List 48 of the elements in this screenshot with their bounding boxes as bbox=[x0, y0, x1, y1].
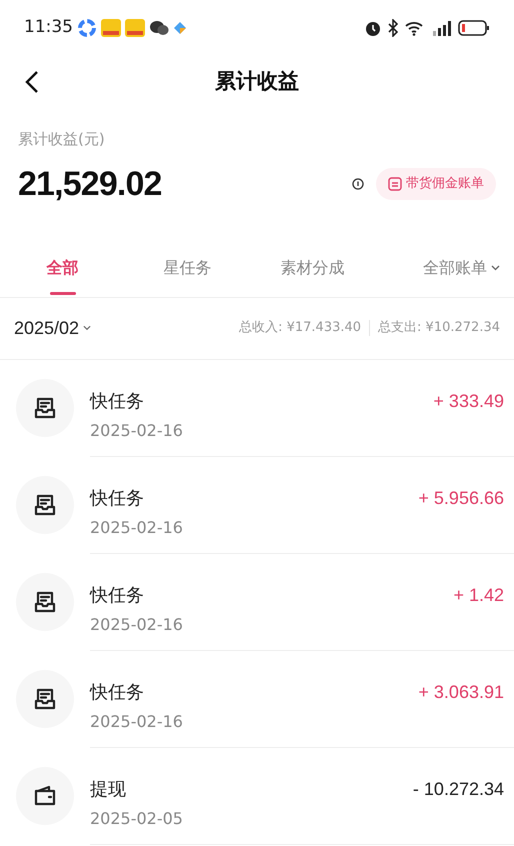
back-icon bbox=[25, 70, 39, 94]
info-icon bbox=[352, 178, 364, 190]
tab[interactable]: 素材分成 bbox=[250, 240, 375, 296]
transaction-title: 提现 bbox=[90, 778, 127, 802]
battery-icon bbox=[458, 20, 490, 36]
tab[interactable]: 全部 bbox=[0, 240, 125, 296]
bill-filter-dropdown[interactable]: 全部账单 bbox=[375, 240, 514, 296]
app-tile-icon bbox=[125, 19, 145, 37]
expense-total: 总支出: ¥10.272.34 bbox=[378, 319, 500, 338]
app-tile-icon bbox=[101, 19, 121, 37]
transaction-date: 2025-02-16 bbox=[90, 710, 183, 732]
summary-label: 累计收益(元) bbox=[18, 129, 106, 150]
transaction-date: 2025-02-16 bbox=[90, 614, 183, 636]
transaction-date: 2025-02-05 bbox=[90, 808, 183, 830]
bluetooth-icon bbox=[388, 19, 398, 37]
tray-document-icon bbox=[33, 687, 57, 711]
total-amount: 21,529.02 bbox=[18, 164, 162, 204]
status-time: 11:35 bbox=[24, 16, 73, 40]
wallet-icon bbox=[33, 784, 57, 808]
signal-icon bbox=[430, 20, 452, 36]
tab[interactable]: 星任务 bbox=[125, 240, 250, 296]
bill-icon bbox=[388, 177, 402, 191]
commission-bill-button[interactable]: 带货佣金账单 bbox=[376, 168, 496, 200]
transaction-title: 快任务 bbox=[90, 390, 145, 414]
diamond-logo-icon bbox=[173, 21, 187, 35]
income-total: 总收入: ¥17.433.40 bbox=[239, 319, 362, 338]
month-picker[interactable]: 2025/02 bbox=[14, 314, 92, 342]
tray-document-icon bbox=[33, 493, 57, 517]
caret-icon bbox=[491, 265, 500, 271]
transaction-amount: + 1.42 bbox=[453, 584, 504, 606]
page-title: 累计收益 bbox=[215, 68, 299, 96]
transaction-date: 2025-02-16 bbox=[90, 516, 183, 538]
transaction-amount: + 3.063.91 bbox=[418, 680, 504, 704]
transaction-amount: - 10.272.34 bbox=[412, 778, 504, 800]
app-logo-icon bbox=[77, 18, 97, 38]
transaction-title: 快任务 bbox=[90, 584, 145, 608]
transaction-amount: + 333.49 bbox=[433, 390, 504, 412]
tray-document-icon bbox=[33, 590, 57, 614]
caret-icon bbox=[83, 325, 92, 331]
transaction-title: 快任务 bbox=[90, 486, 145, 510]
tab-indicator bbox=[50, 292, 76, 294]
transaction-title: 快任务 bbox=[90, 680, 145, 704]
transaction-amount: + 5.956.66 bbox=[418, 486, 504, 510]
chat-bubbles-icon bbox=[149, 20, 169, 36]
wifi-icon bbox=[404, 20, 424, 36]
alarm-icon bbox=[364, 19, 382, 37]
transaction-date: 2025-02-16 bbox=[90, 420, 183, 442]
tray-document-icon bbox=[33, 396, 57, 420]
